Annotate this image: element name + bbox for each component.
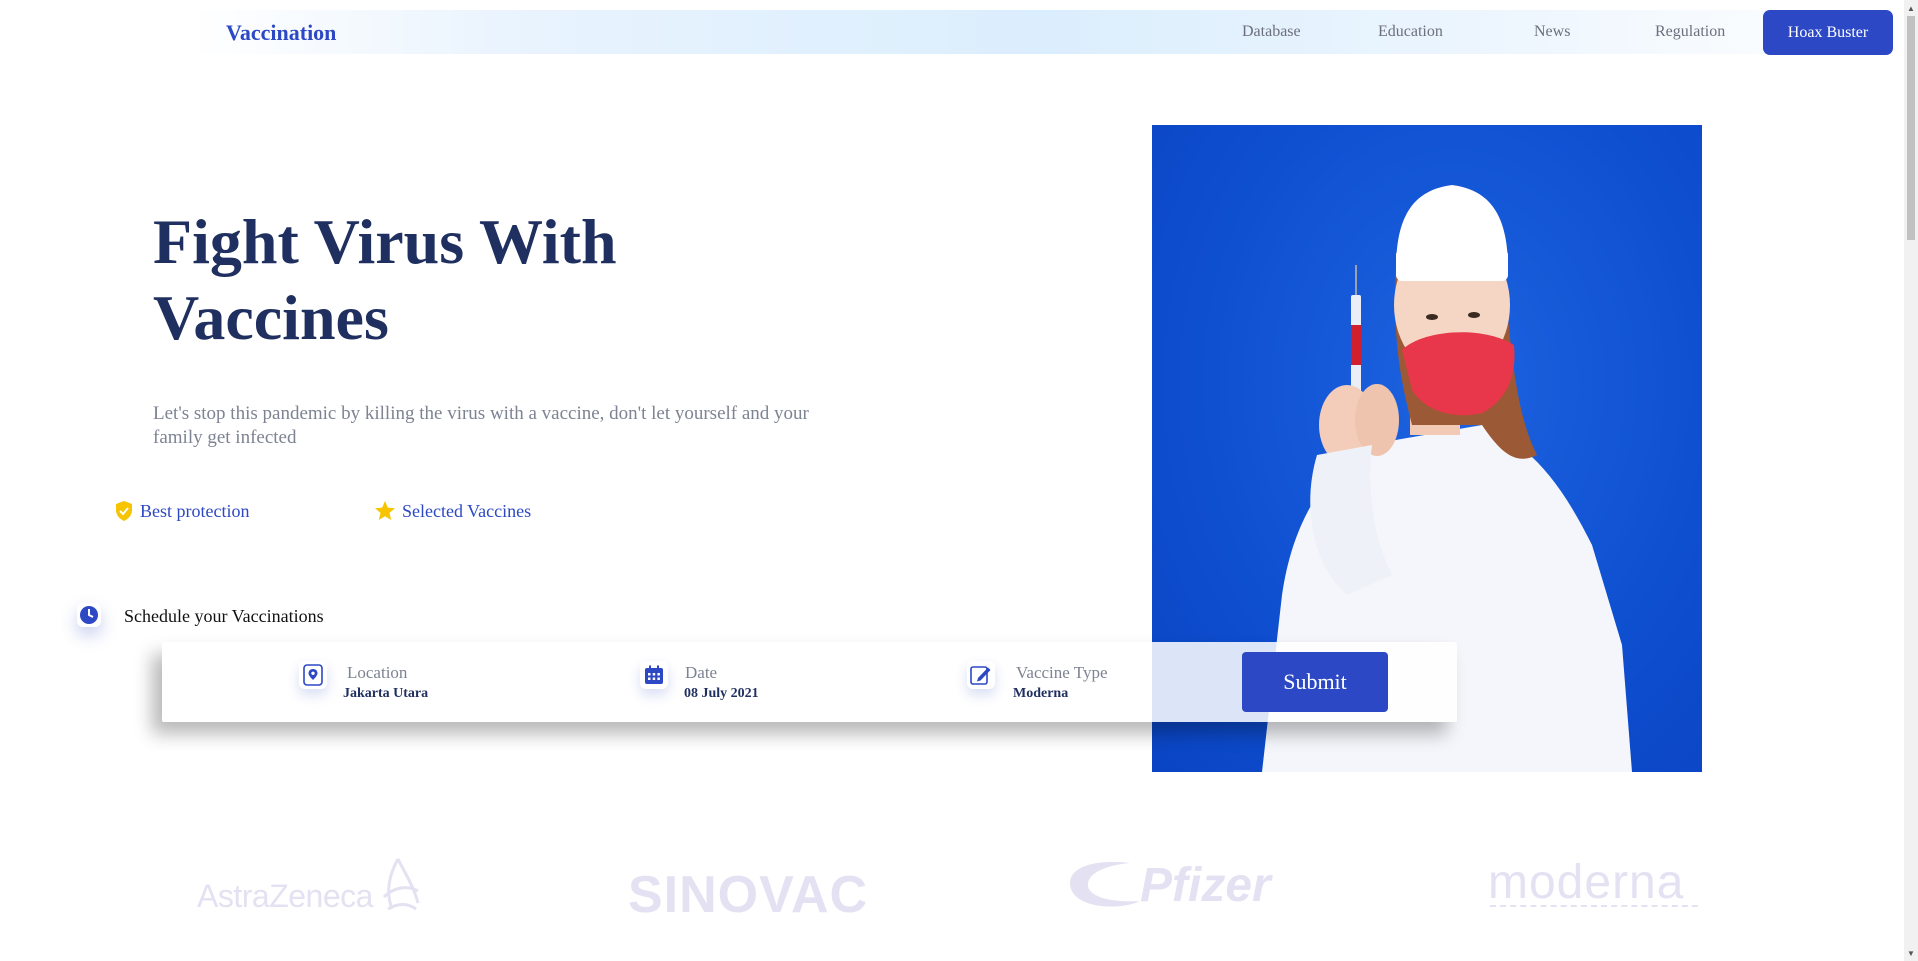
nav-regulation[interactable]: Regulation — [1655, 23, 1725, 41]
astrazeneca-swirl-icon — [382, 858, 420, 911]
map-pin-icon — [299, 661, 327, 689]
date-label: Date — [685, 663, 718, 682]
hero-title: Fight Virus With Vaccines — [153, 204, 753, 356]
feature-label: Best protection — [140, 500, 250, 521]
brand-logo[interactable]: Vaccination — [226, 20, 336, 46]
scrollbar-thumb[interactable] — [1907, 16, 1915, 240]
shield-check-icon — [116, 501, 132, 521]
edit-icon — [967, 661, 995, 689]
star-icon — [375, 501, 395, 520]
logo-pfizer: Pfizer — [1140, 859, 1271, 912]
feature-selected-vaccines: Selected Vaccines — [374, 500, 531, 522]
logo-sinovac: SINOVAC — [628, 866, 869, 924]
logo-moderna: moderna — [1488, 856, 1685, 909]
submit-button[interactable]: Submit — [1242, 652, 1388, 712]
hero-subtitle: Let's stop this pandemic by killing the … — [153, 403, 809, 448]
date-value[interactable]: 08 July 2021 — [684, 686, 759, 702]
clock-icon — [77, 603, 101, 627]
feature-label: Selected Vaccines — [402, 500, 532, 521]
hoax-buster-button[interactable]: Hoax Buster — [1763, 10, 1893, 55]
vaccine-type-label: Vaccine Type — [1016, 663, 1108, 682]
nav-database[interactable]: Database — [1242, 23, 1301, 41]
feature-best-protection: Best protection — [114, 500, 249, 522]
scroll-down-icon[interactable]: ▼ — [1904, 945, 1918, 961]
nav-news[interactable]: News — [1534, 23, 1570, 41]
calendar-icon — [640, 661, 668, 689]
location-label: Location — [347, 663, 408, 682]
vaccine-type-value[interactable]: Moderna — [1013, 686, 1068, 702]
location-value[interactable]: Jakarta Utara — [343, 686, 428, 702]
navbar — [190, 10, 1895, 54]
schedule-label: Schedule your Vaccinations — [124, 606, 324, 626]
scroll-up-icon[interactable]: ▲ — [1904, 0, 1918, 16]
pfizer-mark-icon — [1070, 861, 1140, 907]
nav-education[interactable]: Education — [1378, 23, 1443, 41]
hero-title-line2: Vaccines — [153, 282, 389, 353]
moderna-underline — [1490, 905, 1698, 907]
logo-astrazeneca: AstraZeneca — [197, 878, 373, 914]
hero-title-line1: Fight Virus With — [153, 206, 617, 277]
